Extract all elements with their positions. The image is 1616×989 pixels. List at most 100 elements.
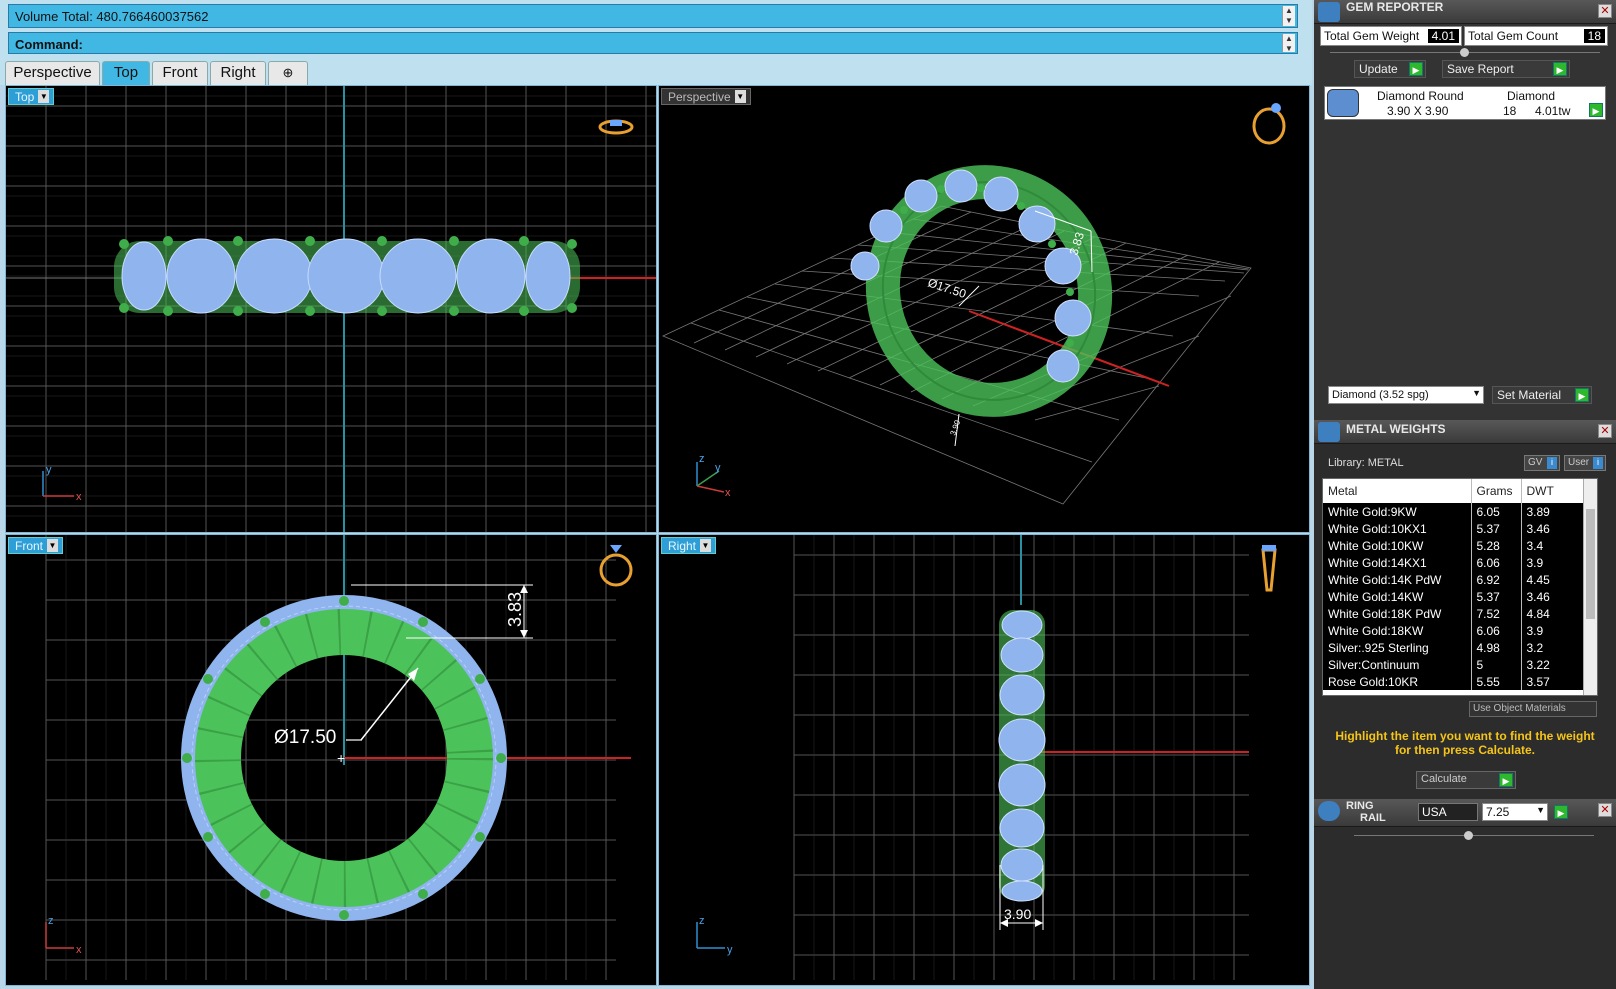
region-select[interactable]: USA: [1418, 803, 1478, 821]
viewport-label-text: Right: [668, 539, 697, 553]
save-report-button[interactable]: Save Report ▶: [1442, 60, 1570, 78]
command-scrollbar[interactable]: ▲ ▼: [1282, 34, 1295, 53]
ring-rail-knob[interactable]: [1464, 831, 1473, 840]
metal-grams: 4.98: [1471, 639, 1522, 656]
close-icon[interactable]: ✕: [1598, 803, 1612, 817]
total-gem-count-box: Total Gem Count 18: [1464, 26, 1608, 46]
metal-name: White Gold:14K PdW: [1323, 571, 1472, 588]
axis-label-x: x: [76, 491, 82, 503]
viewport-label-right[interactable]: Right ▼: [661, 537, 717, 554]
metal-name: White Gold:10KW: [1323, 537, 1472, 554]
viewport-label-text: Top: [15, 90, 35, 104]
metal-name: Silver:Continuum: [1323, 656, 1472, 673]
viewport-tabs: Perspective Top Front Right ⊕: [0, 58, 1312, 85]
total-gem-weight-value: 4.01: [1427, 29, 1459, 43]
ring-icon: [1252, 103, 1286, 145]
close-icon[interactable]: ✕: [1598, 424, 1612, 438]
metal-name: Silver:.925 Sterling: [1323, 639, 1472, 656]
gem-reporter-header: GEM REPORTER ✕: [1314, 0, 1616, 24]
gv-toggle[interactable]: GV i: [1524, 455, 1560, 471]
splitter-knob[interactable]: [1460, 48, 1469, 57]
table-row[interactable]: White Gold:14K PdW 6.92 4.45: [1323, 571, 1597, 588]
library-label: Library: METAL: [1328, 457, 1404, 469]
set-material-button[interactable]: Set Material ▶: [1492, 386, 1592, 404]
top-view-canvas: y x: [6, 86, 656, 532]
ring-size-select[interactable]: 7.25 ▼: [1482, 803, 1548, 821]
gv-label: GV: [1528, 457, 1543, 468]
scroll-thumb[interactable]: [1586, 509, 1595, 619]
table-row[interactable]: Silver:.925 Sterling 4.98 3.2: [1323, 639, 1597, 656]
chevron-down-icon[interactable]: ▼: [38, 90, 50, 103]
viewport-label-front[interactable]: Front ▼: [8, 537, 64, 554]
tab-top[interactable]: Top: [102, 61, 150, 85]
viewport-label-top[interactable]: Top ▼: [8, 88, 55, 105]
chevron-down-icon[interactable]: ▼: [734, 90, 746, 103]
add-tab-button[interactable]: ⊕: [268, 61, 308, 85]
perspective-view-canvas: Ø17.50 3.83 3.90 z y x: [662, 103, 1286, 505]
play-icon: ▶: [1409, 62, 1423, 76]
table-row[interactable]: White Gold:10KX1 5.37 3.46: [1323, 520, 1597, 537]
use-object-materials-label: Use Object Materials: [1473, 703, 1566, 714]
table-row[interactable]: White Gold:14KX1 6.06 3.9: [1323, 554, 1597, 571]
play-icon: ▶: [1553, 62, 1567, 76]
calculate-hint: Highlight the item you want to find the …: [1335, 729, 1595, 757]
close-icon[interactable]: ✕: [1598, 4, 1612, 18]
material-select-value: Diamond (3.52 spg): [1332, 389, 1429, 401]
column-header-metal[interactable]: Metal: [1323, 479, 1472, 503]
axis-gizmo: z x: [45, 915, 82, 956]
gem-reporter-body: Total Gem Weight 4.01 Total Gem Count 18…: [1314, 24, 1616, 420]
play-icon[interactable]: ▶: [1554, 805, 1568, 819]
table-row[interactable]: White Gold:18K PdW 7.52 4.84: [1323, 605, 1597, 622]
table-row[interactable]: White Gold:9KW 6.05 3.89: [1323, 503, 1597, 520]
ring-size-value: 7.25: [1486, 805, 1510, 819]
viewport-label-text: Perspective: [668, 90, 731, 104]
gem-total-weight: 4.01tw: [1535, 104, 1571, 118]
calculate-button[interactable]: Calculate ▶: [1416, 771, 1516, 789]
table-row[interactable]: White Gold:18KW 6.06 3.9: [1323, 622, 1597, 639]
viewport-top[interactable]: y x Top ▼: [5, 85, 657, 533]
viewport-right[interactable]: 3.90 z y Right ▼: [658, 534, 1310, 986]
ring-rail-slider[interactable]: [1354, 835, 1594, 836]
use-object-materials-toggle[interactable]: Use Object Materials: [1469, 701, 1597, 717]
viewport-label-perspective[interactable]: Perspective ▼: [661, 88, 751, 105]
ring-icon: [1261, 545, 1277, 592]
table-row[interactable]: Silver:Continuum 5 3.22: [1323, 656, 1597, 673]
tab-perspective[interactable]: Perspective: [5, 61, 100, 85]
viewport-front[interactable]: + Ø17.50 3.83 z x Front ▼: [5, 534, 657, 986]
update-button[interactable]: Update ▶: [1354, 60, 1426, 78]
tab-front[interactable]: Front: [152, 61, 208, 85]
dimension-width: 3.90: [1004, 906, 1031, 922]
gem-reporter-icon: [1318, 2, 1340, 22]
metal-name: White Gold:18KW: [1323, 622, 1472, 639]
table-scrollbar[interactable]: [1583, 479, 1597, 695]
user-toggle[interactable]: User i: [1564, 455, 1606, 471]
metal-grams: 7.52: [1471, 605, 1522, 622]
material-select[interactable]: Diamond (3.52 spg) ▼: [1328, 386, 1484, 404]
ring-rail-icon: [1318, 801, 1340, 821]
chevron-down-icon[interactable]: ▼: [47, 539, 59, 552]
chevron-down-icon[interactable]: ▼: [700, 539, 712, 552]
tab-right[interactable]: Right: [210, 61, 266, 85]
command-label: Command:: [15, 37, 83, 52]
table-row[interactable]: Rose Gold:10KR 5.55 3.57: [1323, 673, 1597, 690]
table-row[interactable]: White Gold:10KW 5.28 3.4: [1323, 537, 1597, 554]
history-scrollbar[interactable]: ▲ ▼: [1282, 6, 1295, 26]
command-input[interactable]: Command: ▲ ▼: [8, 32, 1298, 54]
metal-name: White Gold:18K PdW: [1323, 605, 1472, 622]
info-icon: i: [1547, 457, 1557, 469]
chevron-down-icon: ▼: [1472, 388, 1481, 398]
app-window: Volume Total: 480.766460037562 ▲ ▼ Comman…: [0, 0, 1616, 989]
total-gem-count-label: Total Gem Count: [1468, 29, 1559, 43]
table-row[interactable]: White Gold:14KW 5.37 3.46: [1323, 588, 1597, 605]
axis-gizmo: z y: [696, 915, 733, 956]
right-view-canvas: 3.90 z y: [696, 535, 1277, 980]
column-header-grams[interactable]: Grams: [1471, 479, 1522, 503]
metal-grams: 6.06: [1471, 622, 1522, 639]
gem-list[interactable]: Diamond Round 3.90 X 3.90 Diamond 18 4.0…: [1324, 86, 1606, 120]
play-icon[interactable]: ▶: [1589, 103, 1603, 117]
viewport-perspective[interactable]: Ø17.50 3.83 3.90 z y x Perspective ▼: [658, 85, 1310, 533]
metal-table[interactable]: Metal Grams DWT White Gold:9KW 6.05 3.89 W…: [1322, 478, 1598, 696]
play-icon: ▶: [1499, 773, 1513, 787]
ring-band-top: [114, 236, 580, 316]
table-header: Metal Grams DWT: [1323, 479, 1597, 503]
